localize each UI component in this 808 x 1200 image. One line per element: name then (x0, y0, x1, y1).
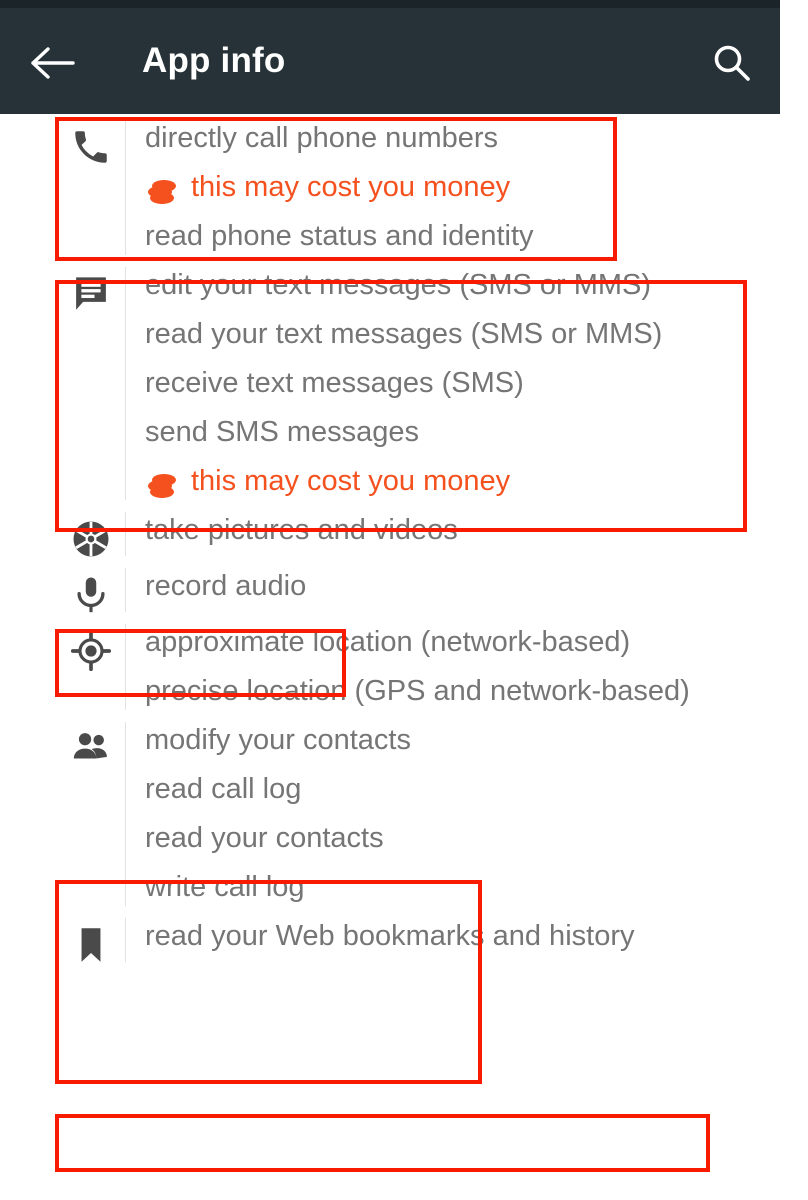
permission-item: precise location (GPS and network-based) (145, 675, 690, 707)
contacts-people-icon (69, 728, 113, 772)
permission-item: directly call phone numbers (145, 122, 499, 154)
permission-group-icon-cell (57, 912, 125, 968)
permission-items: approximate location (network-based) pre… (126, 618, 808, 716)
permission-group-microphone: record audio (0, 562, 808, 618)
permission-group-contacts: modify your contacts read call log read … (0, 716, 808, 912)
search-icon (710, 42, 754, 91)
permission-item: send SMS messages (145, 416, 420, 448)
bookmark-icon (69, 924, 113, 968)
cost-warning-label: this may cost you money (191, 465, 511, 497)
permission-item: read your text messages (SMS or MMS) (145, 318, 663, 350)
phone-icon (69, 126, 113, 170)
search-button[interactable] (706, 40, 758, 92)
permission-item: read your contacts (145, 822, 384, 854)
location-crosshair-icon (69, 630, 113, 674)
permission-group-icon-cell (57, 716, 125, 912)
app-bar: App info (0, 8, 780, 114)
permission-items: read your Web bookmarks and history (126, 912, 808, 968)
app-info-screen: App info directly call phone numbers thi… (0, 0, 808, 1200)
permission-items: record audio (126, 562, 808, 618)
permission-list: directly call phone numbers this may cos… (0, 114, 808, 968)
sms-message-icon (69, 273, 113, 317)
back-button[interactable] (28, 40, 78, 90)
permission-group-bookmarks: read your Web bookmarks and history (0, 912, 808, 968)
permission-group-icon-cell (57, 114, 125, 261)
annotation-bookmarks (55, 1114, 710, 1172)
permission-item: record audio (145, 570, 307, 602)
permission-group-phone: directly call phone numbers this may cos… (0, 114, 808, 261)
permission-item: write call log (145, 871, 305, 903)
arrow-left-icon (31, 46, 75, 85)
microphone-icon (69, 574, 113, 618)
coins-icon (145, 468, 179, 498)
permission-group-icon-cell (57, 562, 125, 618)
permission-items: edit your text messages (SMS or MMS) rea… (126, 261, 808, 506)
permission-item: take pictures and videos (145, 514, 458, 546)
permission-item: receive text messages (SMS) (145, 367, 524, 399)
permission-group-camera: take pictures and videos (0, 506, 808, 562)
permission-group-icon-cell (57, 261, 125, 506)
cost-warning: this may cost you money (145, 163, 800, 212)
permission-group-sms: edit your text messages (SMS or MMS) rea… (0, 261, 808, 506)
permission-items: take pictures and videos (126, 506, 808, 562)
permission-item: read call log (145, 773, 302, 805)
permission-item: read phone status and identity (145, 220, 534, 252)
permission-item: read your Web bookmarks and history (145, 920, 635, 952)
status-bar (0, 0, 780, 8)
permission-item: modify your contacts (145, 724, 411, 756)
cost-warning: this may cost you money (145, 457, 800, 506)
permission-group-icon-cell (57, 506, 125, 562)
cost-warning-label: this may cost you money (191, 171, 511, 203)
camera-aperture-icon (69, 518, 113, 562)
permission-items: directly call phone numbers this may cos… (126, 114, 808, 261)
permission-items: modify your contacts read call log read … (126, 716, 808, 912)
permission-item: approximate location (network-based) (145, 626, 631, 658)
coins-icon (145, 174, 179, 204)
page-title: App info (142, 41, 286, 80)
permission-group-icon-cell (57, 618, 125, 716)
permission-group-location: approximate location (network-based) pre… (0, 618, 808, 716)
permission-item: edit your text messages (SMS or MMS) (145, 269, 652, 301)
